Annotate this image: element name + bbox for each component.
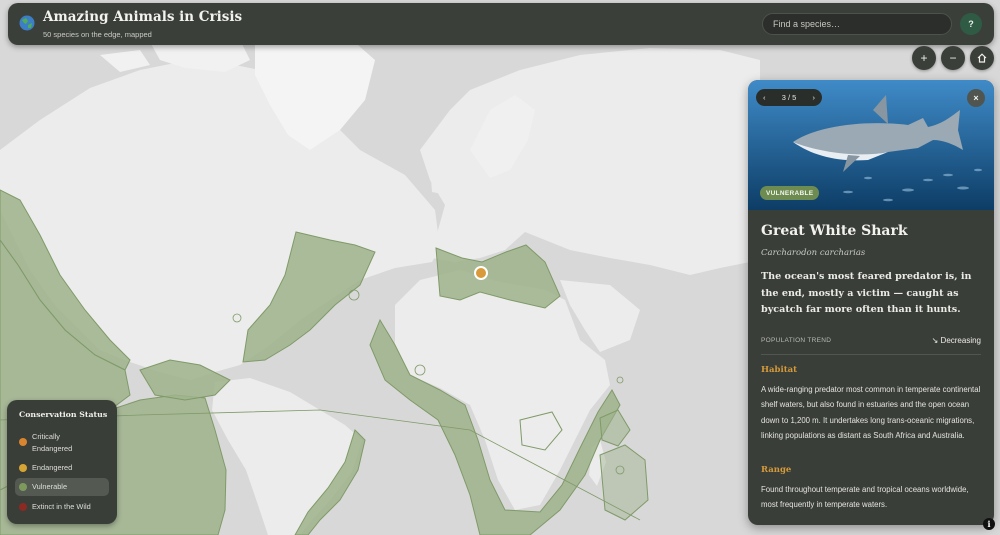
legend-item-extinct-in-the-wild[interactable]: Extinct in the Wild	[15, 499, 109, 514]
conservation-legend: Conservation Status Critically Endangere…	[7, 400, 117, 524]
status-dot	[19, 483, 27, 491]
habitat-heading: Habitat	[761, 365, 798, 375]
home-button[interactable]	[970, 46, 994, 70]
globe-icon	[19, 15, 35, 31]
population-trend-label: POPULATION TREND	[761, 337, 832, 344]
range-heading: Range	[761, 465, 792, 475]
legend-label: Extinct in the Wild	[32, 502, 91, 511]
header-bar: Amazing Animals in Crisis 50 species on …	[8, 3, 994, 45]
status-dot	[19, 438, 27, 446]
legend-item-endangered[interactable]: Endangered	[15, 460, 109, 475]
zoom-in-button[interactable]: +	[912, 46, 936, 70]
species-common-name: Great White Shark	[761, 223, 908, 239]
species-pager: ‹ 3 / 5 ›	[756, 89, 822, 106]
legend-label: Vulnerable	[32, 482, 68, 491]
legend-title: Conservation Status	[19, 410, 108, 419]
info-icon[interactable]: i	[983, 518, 995, 530]
species-search-input[interactable]	[762, 13, 952, 35]
zoom-out-button[interactable]: −	[941, 46, 965, 70]
divider	[761, 354, 981, 355]
pager-label: 3 / 5	[781, 93, 797, 102]
status-dot	[19, 464, 27, 472]
status-dot	[19, 503, 27, 511]
help-button[interactable]: ?	[960, 13, 982, 35]
pager-next-button[interactable]: ›	[813, 93, 816, 102]
home-icon	[977, 53, 987, 63]
pager-prev-button[interactable]: ‹	[763, 93, 766, 102]
range-text: Found throughout temperate and tropical …	[761, 485, 969, 510]
population-trend-value: ↘ Decreasing	[931, 336, 981, 345]
legend-label: Critically Endangered	[32, 432, 73, 453]
species-card: ‹ 3 / 5 › × VULNERABLE Great White Shark…	[748, 80, 994, 525]
close-card-button[interactable]: ×	[967, 89, 985, 107]
status-badge: VULNERABLE	[760, 186, 820, 200]
legend-label: Endangered	[32, 463, 73, 472]
species-scientific-name: Carcharodon carcharias	[761, 248, 866, 258]
species-lede: The ocean's most feared predator is, in …	[761, 271, 972, 315]
legend-item-critically-endangered[interactable]: Critically Endangered	[15, 429, 109, 455]
app-title: Amazing Animals in Crisis	[43, 9, 243, 25]
habitat-text: A wide-ranging predator most common in t…	[761, 385, 981, 440]
app-subtitle: 50 species on the edge, mapped	[43, 30, 152, 39]
species-marker	[474, 266, 488, 280]
legend-item-vulnerable[interactable]: Vulnerable	[15, 478, 109, 496]
